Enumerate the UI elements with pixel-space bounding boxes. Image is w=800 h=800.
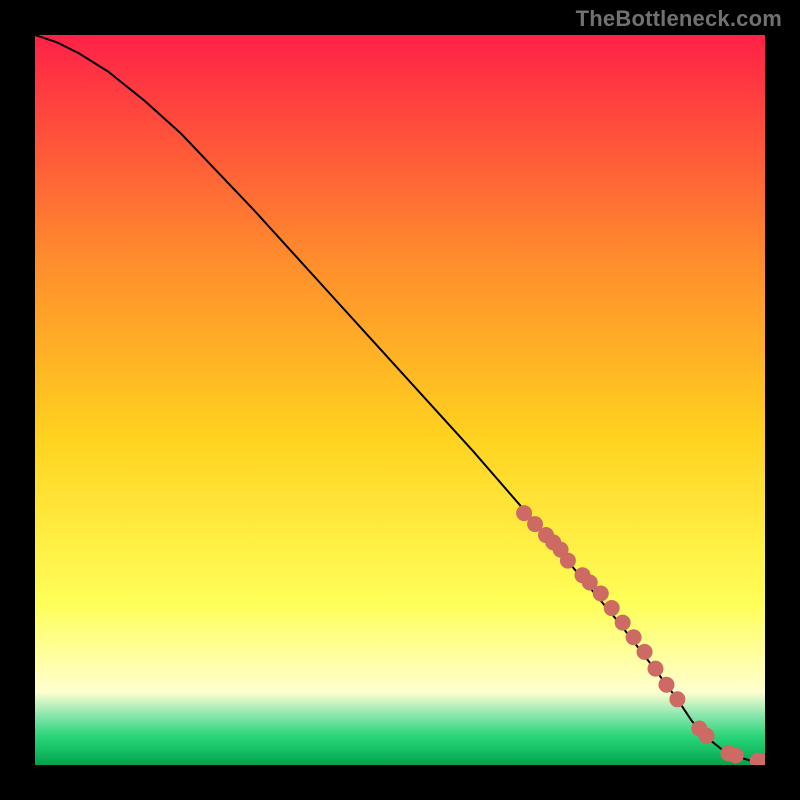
data-marker xyxy=(517,506,532,521)
data-marker xyxy=(648,661,663,676)
attribution-text: TheBottleneck.com xyxy=(576,6,782,32)
data-marker xyxy=(670,692,685,707)
data-marker xyxy=(604,601,619,616)
data-marker xyxy=(560,553,575,568)
data-marker xyxy=(593,586,608,601)
gradient-background xyxy=(35,35,765,765)
data-marker xyxy=(528,517,543,532)
data-marker xyxy=(699,728,714,743)
data-marker xyxy=(626,630,641,645)
data-marker xyxy=(637,644,652,659)
data-marker xyxy=(659,677,674,692)
chart-plot xyxy=(35,35,765,765)
data-marker xyxy=(615,615,630,630)
chart-frame: TheBottleneck.com xyxy=(0,0,800,800)
data-marker xyxy=(728,748,743,763)
data-marker xyxy=(582,575,597,590)
